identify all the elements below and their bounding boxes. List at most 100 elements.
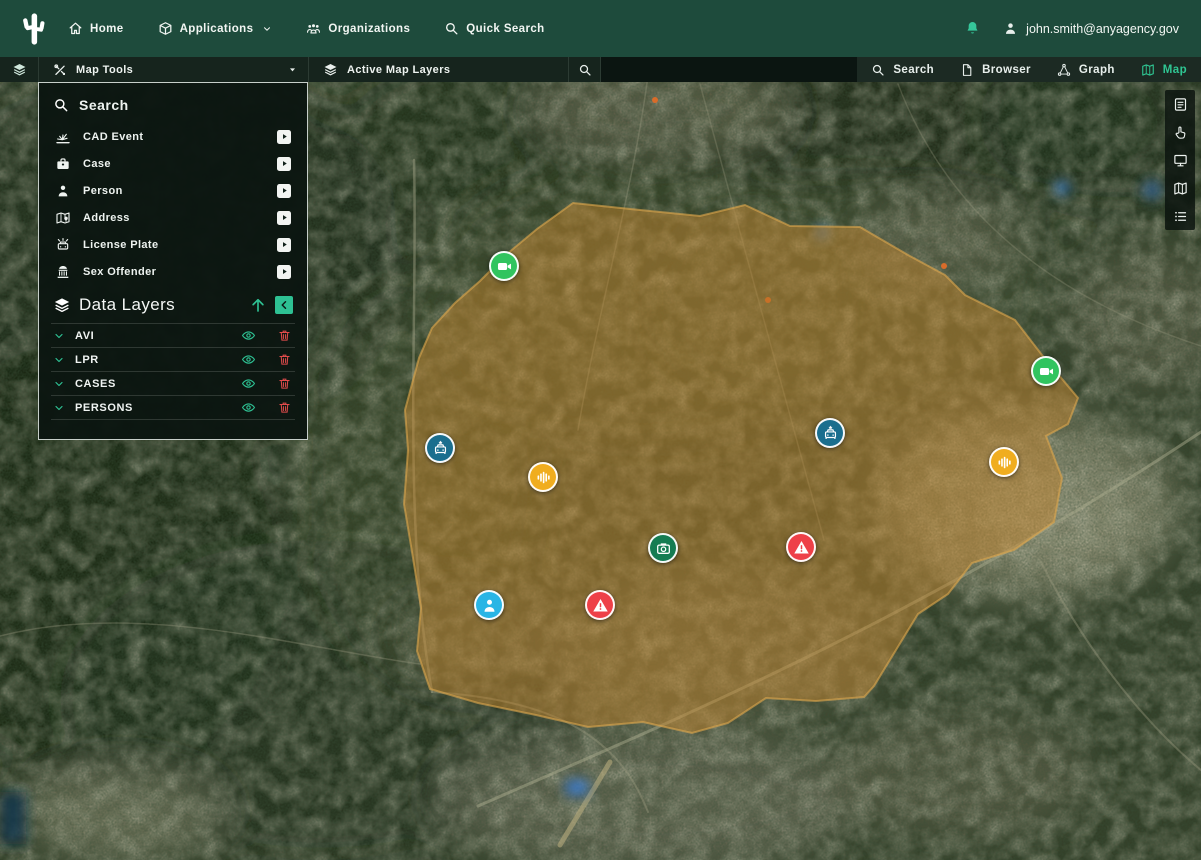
- case-briefcase-icon: [55, 156, 71, 172]
- people-group-icon: [306, 21, 321, 36]
- play-expand-icon: [280, 132, 289, 141]
- user-avatar-icon: [1003, 21, 1018, 36]
- data-layer-row-persons: PERSONS: [51, 396, 295, 420]
- layer-search-button[interactable]: [569, 57, 601, 82]
- trash-icon[interactable]: [278, 401, 291, 414]
- report-note-icon: [1173, 97, 1188, 112]
- expand-search-item-button[interactable]: [277, 238, 291, 252]
- marker-alert[interactable]: [585, 590, 615, 620]
- search-item-case[interactable]: Case: [51, 150, 295, 177]
- police-vehicle: [822, 425, 839, 442]
- chevron-down-icon[interactable]: [53, 354, 65, 366]
- marker-video-camera[interactable]: [489, 251, 519, 281]
- marker-alert[interactable]: [786, 532, 816, 562]
- alert: [592, 597, 609, 614]
- eye-icon[interactable]: [241, 400, 256, 415]
- view-browser-button[interactable]: Browser: [960, 63, 1031, 77]
- nav-organizations[interactable]: Organizations: [306, 21, 410, 36]
- monitor-button[interactable]: [1169, 152, 1191, 168]
- map-tools-dropdown[interactable]: Map Tools: [39, 57, 309, 82]
- eye-icon[interactable]: [241, 376, 256, 391]
- data-layers-title: Data Layers: [79, 295, 175, 315]
- view-label: Search: [893, 64, 934, 76]
- marker-photo-camera[interactable]: [648, 533, 678, 563]
- notification-bell-icon: [964, 20, 981, 37]
- nav-home-label: Home: [90, 23, 124, 35]
- expand-search-item-button[interactable]: [277, 211, 291, 225]
- monitor-icon: [1173, 153, 1188, 168]
- map-tools-panel: Search CAD EventCasePersonAddressLicense…: [38, 82, 308, 440]
- search-item-person[interactable]: Person: [51, 177, 295, 204]
- map-icon: [1173, 181, 1188, 196]
- view-search-button[interactable]: Search: [871, 63, 934, 77]
- expand-search-item-button[interactable]: [277, 265, 291, 279]
- search-icon: [578, 63, 592, 77]
- search-item-label: CAD Event: [83, 131, 143, 143]
- trash-icon[interactable]: [278, 377, 291, 390]
- eye-icon[interactable]: [241, 328, 256, 343]
- active-map-layers-label: Active Map Layers: [347, 64, 450, 76]
- search-icon: [53, 97, 69, 113]
- tools-icon: [53, 63, 67, 77]
- trash-icon[interactable]: [278, 329, 291, 342]
- notifications-button[interactable]: [964, 20, 981, 37]
- search-item-sex-offender[interactable]: Sex Offender: [51, 258, 295, 285]
- chevron-down-icon[interactable]: [53, 402, 65, 414]
- audio-sensor: [535, 469, 552, 486]
- chevron-down-icon[interactable]: [53, 378, 65, 390]
- search-item-address[interactable]: Address: [51, 204, 295, 231]
- top-navigation-bar: Home Applications Organizations Quick Se…: [0, 0, 1201, 57]
- map-toolbar: Map Tools Active Map Layers Search Browse…: [0, 57, 1201, 82]
- data-layer-label: CASES: [75, 378, 116, 390]
- view-map-button[interactable]: Map: [1141, 63, 1187, 77]
- data-layer-label: PERSONS: [75, 402, 133, 414]
- home-icon: [68, 21, 83, 36]
- nav-quick-search-label: Quick Search: [466, 23, 544, 35]
- audio-sensor: [996, 454, 1013, 471]
- nav-home[interactable]: Home: [68, 21, 124, 36]
- chevron-down-icon[interactable]: [53, 330, 65, 342]
- map-button[interactable]: [1169, 180, 1191, 196]
- marker-police-vehicle[interactable]: [425, 433, 455, 463]
- graph-network-icon: [1057, 63, 1071, 77]
- data-layer-label: LPR: [75, 354, 99, 366]
- hand-pointer-button[interactable]: [1169, 124, 1191, 140]
- play-expand-icon: [280, 267, 289, 276]
- data-layer-row-cases: CASES: [51, 372, 295, 396]
- layers-stack-icon: [53, 296, 71, 314]
- chevron-down-icon: [262, 24, 272, 34]
- brand-logo[interactable]: [0, 11, 68, 47]
- trash-icon[interactable]: [278, 353, 291, 366]
- search-item-label: Address: [83, 212, 130, 224]
- browser-file-icon: [960, 63, 974, 77]
- nav-organizations-label: Organizations: [328, 23, 410, 35]
- map-tools-label: Map Tools: [76, 64, 133, 76]
- expand-search-item-button[interactable]: [277, 130, 291, 144]
- nav-applications-label: Applications: [180, 23, 254, 35]
- nav-applications[interactable]: Applications: [158, 21, 273, 36]
- search-icon: [871, 63, 885, 77]
- data-layer-row-lpr: LPR: [51, 348, 295, 372]
- marker-video-camera[interactable]: [1031, 356, 1061, 386]
- view-graph-button[interactable]: Graph: [1057, 63, 1115, 77]
- arrow-up-icon[interactable]: [249, 296, 267, 314]
- data-layers-collapse-button[interactable]: [275, 296, 293, 314]
- marker-police-vehicle[interactable]: [815, 418, 845, 448]
- marker-audio-sensor[interactable]: [989, 447, 1019, 477]
- cad-event-icon: [55, 129, 71, 145]
- nav-quick-search[interactable]: Quick Search: [444, 21, 544, 36]
- search-item-cad-event[interactable]: CAD Event: [51, 123, 295, 150]
- expand-search-item-button[interactable]: [277, 184, 291, 198]
- marker-audio-sensor[interactable]: [528, 462, 558, 492]
- report-note-button[interactable]: [1169, 96, 1191, 112]
- expand-search-item-button[interactable]: [277, 157, 291, 171]
- person-icon: [55, 183, 71, 199]
- user-email: john.smith@anyagency.gov: [1026, 22, 1179, 36]
- marker-person[interactable]: [474, 590, 504, 620]
- eye-icon[interactable]: [241, 352, 256, 367]
- user-menu[interactable]: john.smith@anyagency.gov: [1003, 21, 1179, 36]
- search-item-license-plate[interactable]: License Plate: [51, 231, 295, 258]
- panel-collapse-button[interactable]: [0, 57, 39, 82]
- active-map-layers-dropdown[interactable]: Active Map Layers: [309, 57, 569, 82]
- list-button[interactable]: [1169, 208, 1191, 224]
